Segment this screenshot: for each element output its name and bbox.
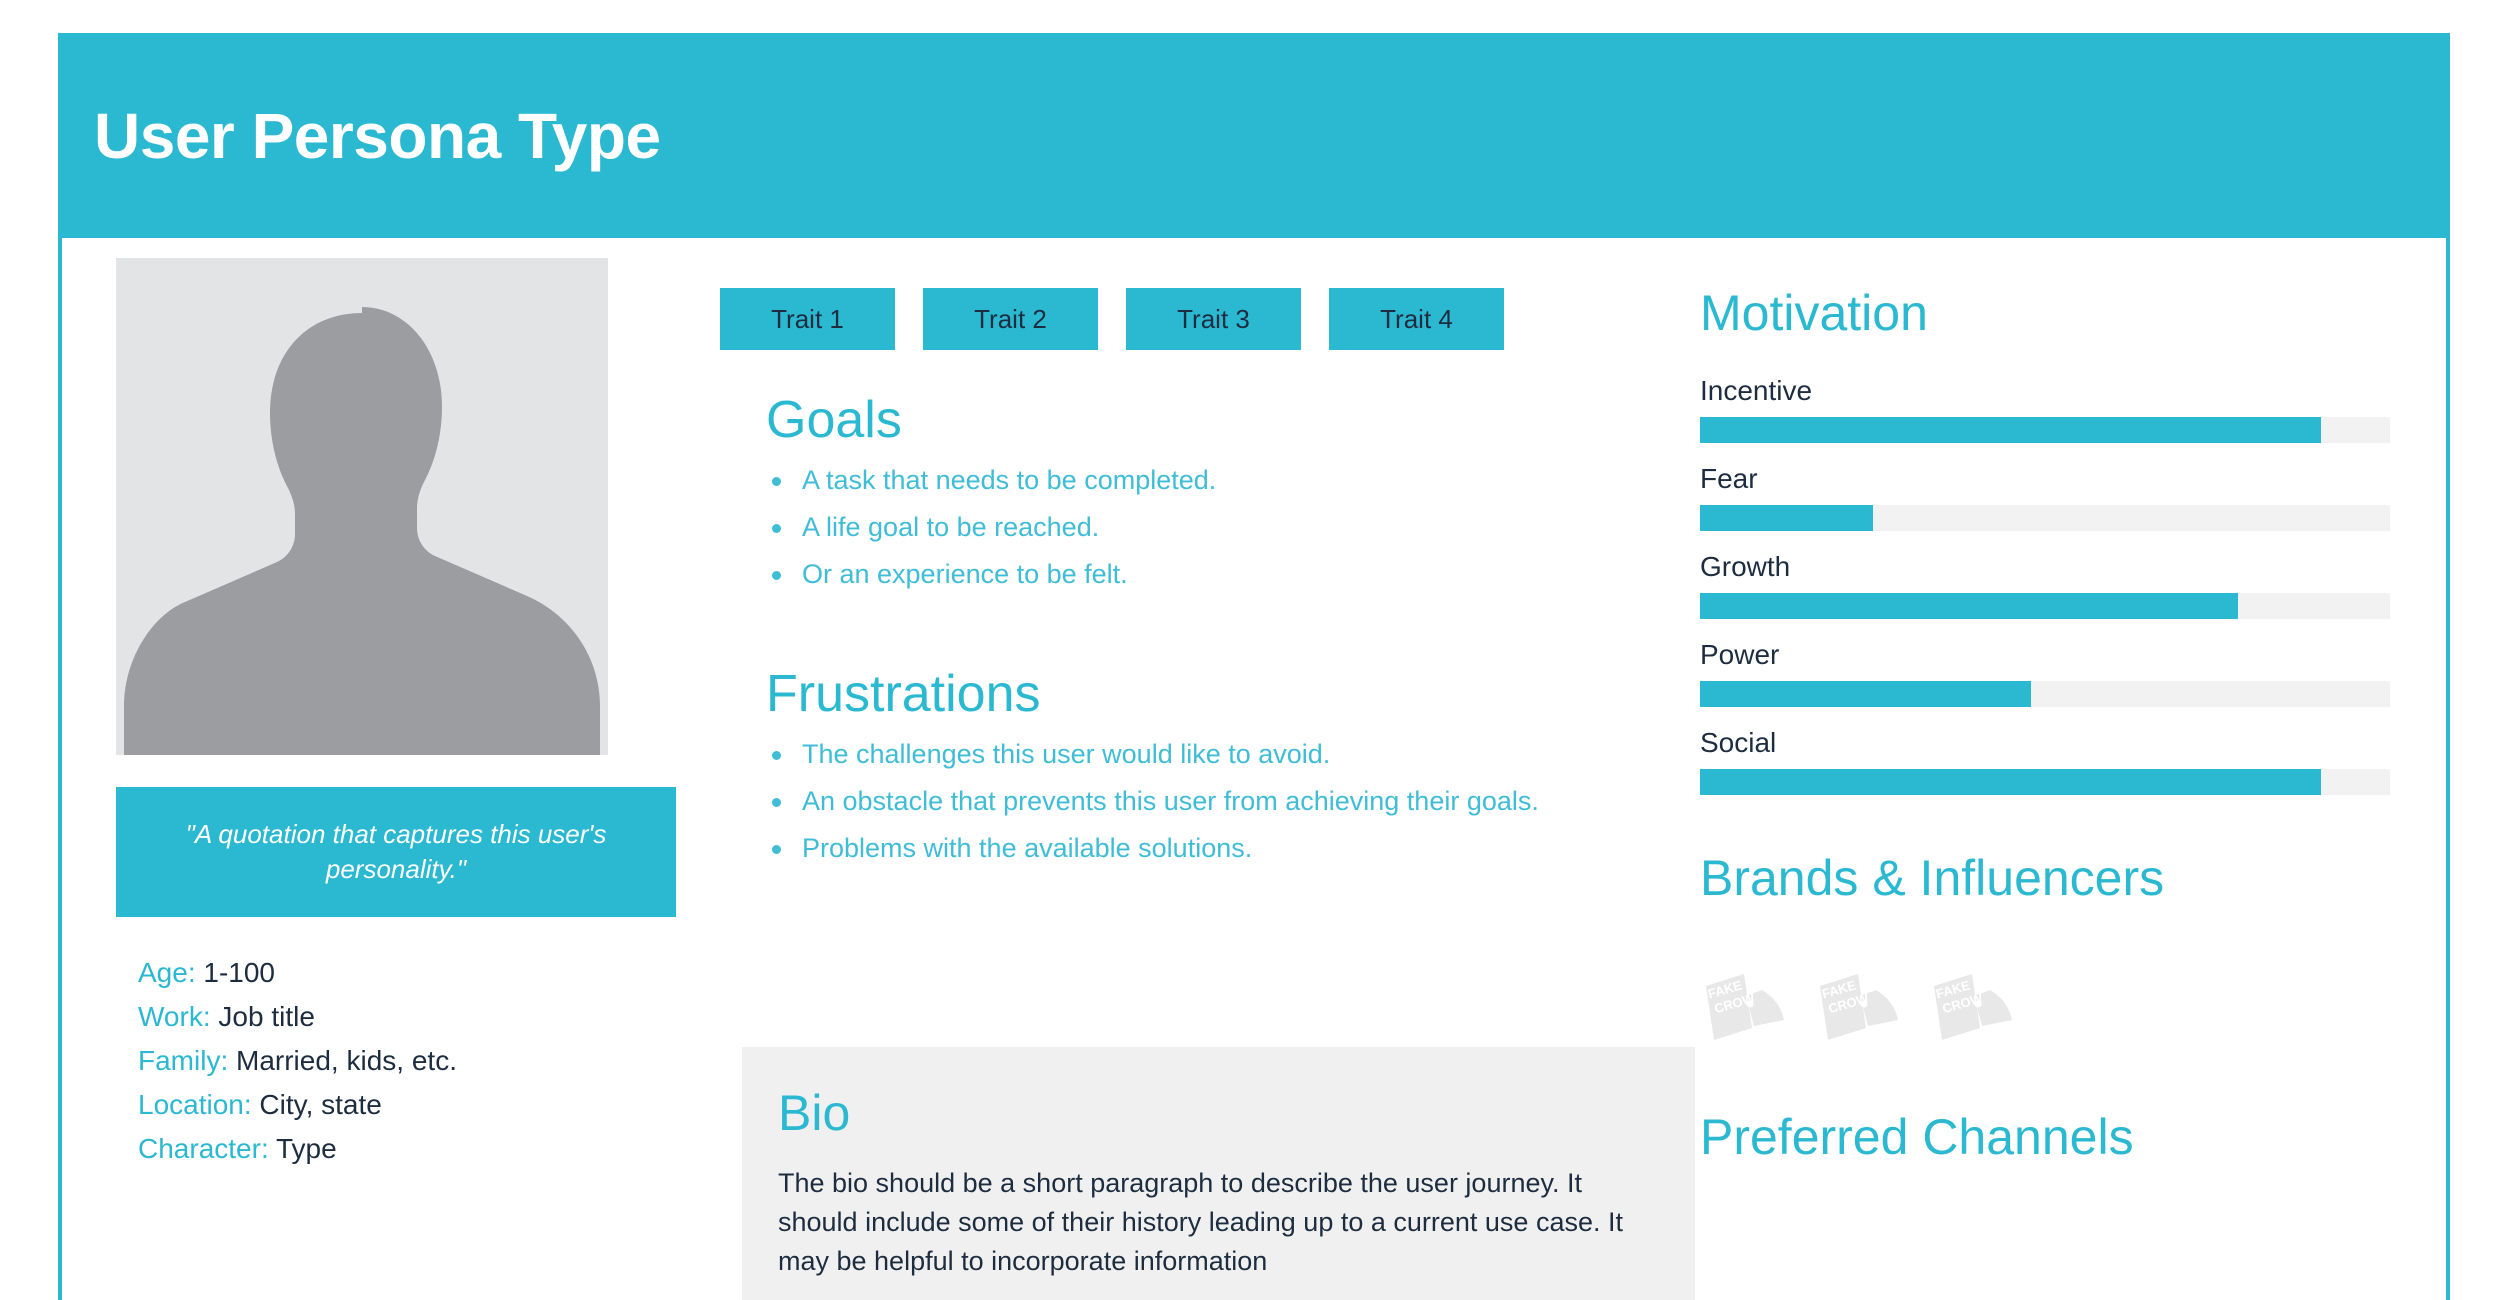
- frustrations-list: The challenges this user would like to a…: [766, 741, 1674, 862]
- motivation-title: Motivation: [1700, 285, 1928, 341]
- motivation-bar-fear: Fear: [1700, 465, 2400, 531]
- demographic-row: Work: Job title: [138, 1003, 676, 1031]
- demographic-row: Character: Type: [138, 1135, 676, 1163]
- channels-section: Preferred Channels: [1700, 1110, 2400, 1165]
- right-column: Motivation Incentive Fear Growth Power S…: [1700, 238, 2400, 1165]
- motivation-bar-fill: [1700, 769, 2321, 795]
- avatar: [116, 258, 608, 755]
- motivation-bar-track: [1700, 769, 2390, 795]
- brand-logo-placeholder-icon: FAKE CROW: [1928, 968, 2020, 1048]
- motivation-bar-fill: [1700, 505, 1873, 531]
- bio-panel: Bio The bio should be a short paragraph …: [742, 1047, 1695, 1300]
- demographic-label: Location:: [138, 1089, 252, 1120]
- brands-title: Brands & Influencers: [1700, 850, 2165, 906]
- demographic-value: Job title: [218, 1001, 315, 1032]
- persona-quote-text: "A quotation that captures this user's p…: [185, 818, 607, 884]
- demographic-label: Age:: [138, 957, 196, 988]
- frustrations-section: Frustrations The challenges this user wo…: [714, 665, 1674, 862]
- motivation-bar-label: Power: [1700, 639, 1780, 670]
- goals-list-item: Or an experience to be felt.: [766, 561, 1674, 588]
- motivation-bar-track: [1700, 681, 2390, 707]
- persona-quote-box: "A quotation that captures this user's p…: [116, 787, 676, 917]
- brands-section: Brands & Influencers FAKE CROW FAKE CROW…: [1700, 851, 2400, 1048]
- motivation-bar-fill: [1700, 681, 2032, 707]
- header-banner: User Persona Type: [58, 33, 2450, 238]
- demographic-value: Married, kids, etc.: [236, 1045, 457, 1076]
- goals-title: Goals: [766, 391, 902, 449]
- trait-chip-3[interactable]: Trait 3: [1126, 288, 1301, 350]
- frustrations-list-item: Problems with the available solutions.: [766, 835, 1674, 862]
- frustrations-list-item: The challenges this user would like to a…: [766, 741, 1674, 768]
- goals-list-item: A task that needs to be completed.: [766, 467, 1674, 494]
- motivation-bar-fill: [1700, 417, 2321, 443]
- motivation-bar-track: [1700, 593, 2390, 619]
- demographics-list: Age: 1-100 Work: Job title Family: Marri…: [116, 959, 676, 1163]
- brand-logo-placeholder-icon: FAKE CROW: [1814, 968, 1906, 1048]
- person-placeholder-icon: [116, 258, 608, 755]
- motivation-bar-power: Power: [1700, 641, 2400, 707]
- page-title: User Persona Type: [94, 99, 661, 172]
- frustrations-list-item: An obstacle that prevents this user from…: [766, 788, 1674, 815]
- goals-list-item: A life goal to be reached.: [766, 514, 1674, 541]
- trait-chip-2[interactable]: Trait 2: [923, 288, 1098, 350]
- motivation-bar-incentive: Incentive: [1700, 377, 2400, 443]
- trait-chip-4[interactable]: Trait 4: [1329, 288, 1504, 350]
- frustrations-title: Frustrations: [766, 665, 1041, 724]
- goals-list: A task that needs to be completed. A lif…: [766, 467, 1674, 588]
- bio-title: Bio: [778, 1085, 851, 1141]
- trait-chip-1[interactable]: Trait 1: [720, 288, 895, 350]
- motivation-bar-label: Social: [1700, 727, 1777, 758]
- demographic-value: Type: [276, 1133, 337, 1164]
- middle-column: Trait 1 Trait 2 Trait 3 Trait 4 Goals A …: [714, 238, 1695, 1300]
- goals-section: Goals A task that needs to be completed.…: [714, 391, 1674, 588]
- demographic-label: Work:: [138, 1001, 211, 1032]
- demographic-row: Age: 1-100: [138, 959, 676, 987]
- motivation-bar-track: [1700, 417, 2390, 443]
- demographic-value: 1-100: [203, 957, 276, 988]
- demographic-label: Family:: [138, 1045, 229, 1076]
- demographic-value: City, state: [259, 1089, 382, 1120]
- demographic-label: Character:: [138, 1133, 269, 1164]
- left-column: "A quotation that captures this user's p…: [116, 258, 676, 1179]
- motivation-bar-label: Fear: [1700, 463, 1758, 494]
- bio-text: The bio should be a short paragraph to d…: [778, 1167, 1623, 1276]
- motivation-bars: Incentive Fear Growth Power Social: [1700, 377, 2400, 795]
- traits-row: Trait 1 Trait 2 Trait 3 Trait 4: [714, 238, 1674, 350]
- motivation-bar-fill: [1700, 593, 2239, 619]
- persona-template-page: User Persona Type "A quotation that capt…: [0, 0, 2500, 1300]
- motivation-bar-track: [1700, 505, 2390, 531]
- demographic-row: Location: City, state: [138, 1091, 676, 1119]
- motivation-bar-label: Incentive: [1700, 375, 1813, 406]
- motivation-bar-social: Social: [1700, 729, 2400, 795]
- motivation-bar-growth: Growth: [1700, 553, 2400, 619]
- brand-logo-placeholder-icon: FAKE CROW: [1700, 968, 1792, 1048]
- content-frame: "A quotation that captures this user's p…: [58, 238, 2450, 1300]
- channels-title: Preferred Channels: [1700, 1109, 2134, 1165]
- demographic-row: Family: Married, kids, etc.: [138, 1047, 676, 1075]
- motivation-section: Motivation Incentive Fear Growth Power S…: [1700, 238, 2400, 795]
- motivation-bar-label: Growth: [1700, 551, 1791, 582]
- brand-logo-row: FAKE CROW FAKE CROW FAKE CROW: [1700, 968, 2400, 1048]
